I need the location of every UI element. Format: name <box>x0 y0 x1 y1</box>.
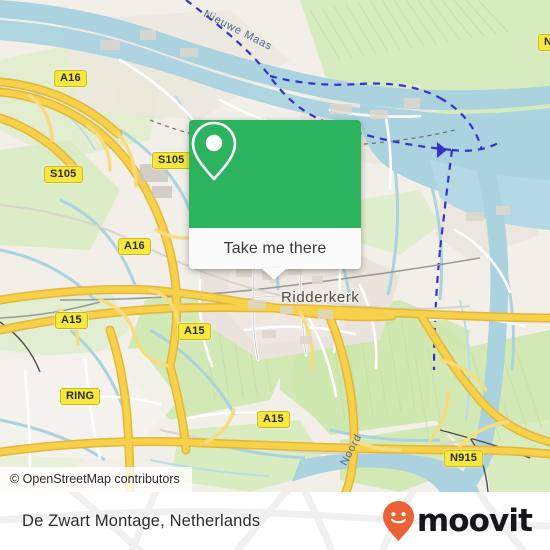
road-shield-a16-north: A16 <box>54 70 87 87</box>
map-attribution[interactable]: © OpenStreetMap contributors <box>0 467 192 492</box>
moovit-map-screenshot: Ridderkerk Nieuwe Maas Noord A16 S105 S1… <box>0 0 550 550</box>
map-canvas[interactable]: Ridderkerk Nieuwe Maas Noord A16 S105 S1… <box>0 0 550 492</box>
road-shield-s105-upper: S105 <box>152 152 191 169</box>
map-place-label-ridderkerk: Ridderkerk <box>281 289 360 306</box>
road-shield-a15-left: A15 <box>55 312 88 329</box>
road-shield-a15-mid: A15 <box>178 323 211 340</box>
road-shield-n-clipped: N <box>538 34 550 51</box>
moovit-brand[interactable]: moovit <box>382 492 533 550</box>
map-pin-icon <box>191 121 237 181</box>
take-me-there-button[interactable]: Take me there <box>189 228 361 269</box>
road-shield-a16-mid: A16 <box>118 238 151 255</box>
card-image-area <box>189 120 361 228</box>
road-shield-s105-left: S105 <box>44 166 83 183</box>
footer-bar: De Zwart Montage, Netherlands moovit <box>0 492 550 550</box>
card-pointer-tail <box>261 268 287 280</box>
road-shield-ring: RING <box>60 388 101 405</box>
road-shield-a15-lower: A15 <box>257 411 290 428</box>
take-me-there-card[interactable]: Take me there <box>189 120 361 280</box>
moovit-wordmark: moovit <box>416 502 533 539</box>
road-shield-n915: N915 <box>444 450 484 467</box>
moovit-pin-smile-icon <box>382 501 414 541</box>
page-title: De Zwart Montage, Netherlands <box>22 511 261 530</box>
